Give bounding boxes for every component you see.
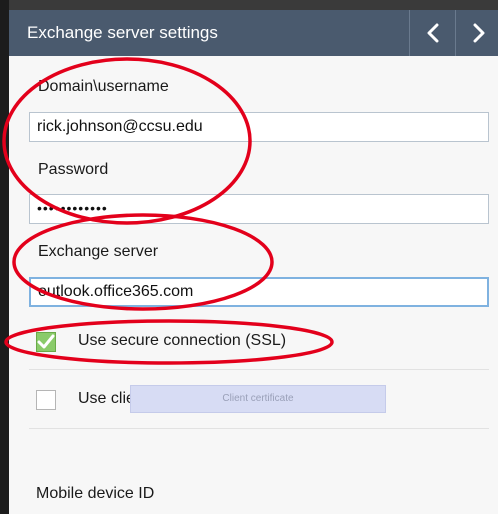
password-label: Password [38, 161, 109, 178]
window-frame-edge [0, 0, 9, 514]
client-certificate-button[interactable]: Client certificate [130, 385, 386, 413]
exchange-server-label: Exchange server [38, 243, 159, 260]
domain-username-label: Domain\username [38, 78, 169, 95]
password-field[interactable]: •••••••••••• [29, 194, 489, 224]
settings-form: Domain\username rick.johnson@ccsu.edu Pa… [9, 56, 498, 514]
divider [29, 369, 489, 370]
exchange-server-field[interactable]: outlook.office365.com [29, 277, 489, 307]
previous-button[interactable] [409, 10, 456, 56]
mobile-device-id-label: Mobile device ID [36, 485, 155, 502]
ssl-checkbox[interactable] [36, 332, 56, 352]
client-certificate-checkbox[interactable] [36, 390, 56, 410]
page-title: Exchange server settings [27, 23, 218, 42]
ssl-option[interactable]: Use secure connection (SSL) [9, 318, 498, 366]
app-header: Exchange server settings [9, 10, 498, 56]
divider [29, 428, 489, 429]
checkmark-icon [37, 334, 55, 349]
ssl-label: Use secure connection (SSL) [78, 332, 287, 349]
chevron-right-icon [473, 23, 485, 43]
window-top-strip [0, 0, 498, 10]
chevron-left-icon [427, 23, 439, 43]
next-button[interactable] [455, 10, 498, 56]
domain-username-field[interactable]: rick.johnson@ccsu.edu [29, 112, 489, 142]
